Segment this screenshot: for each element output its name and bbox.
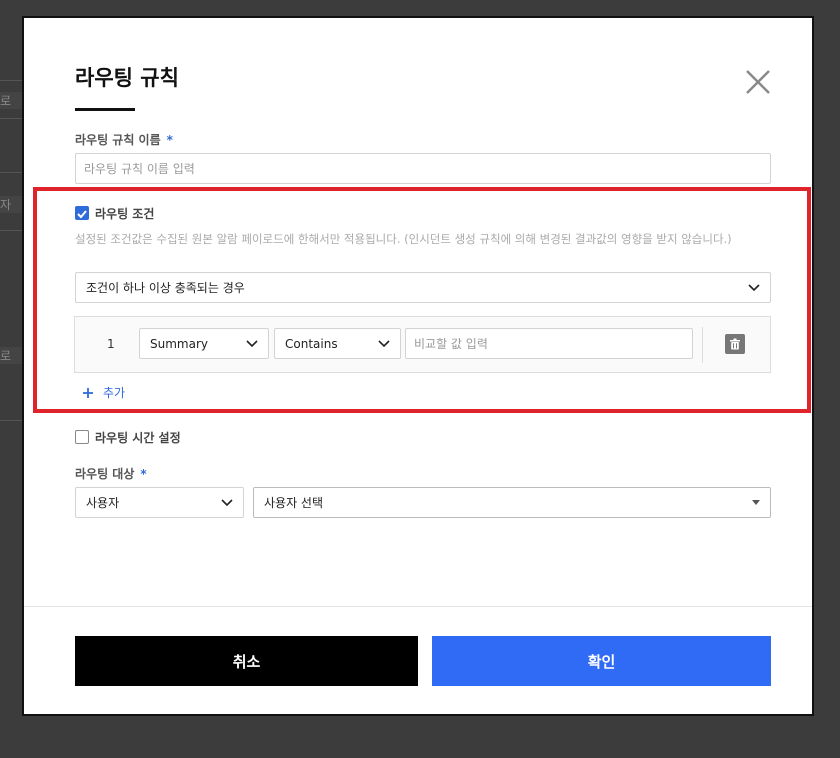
match-type-select[interactable]: 조건이 하나 이상 충족되는 경우 (75, 272, 771, 303)
add-condition-label: 추가 (103, 386, 126, 400)
confirm-button[interactable]: 확인 (432, 636, 771, 686)
rule-name-input[interactable]: 라우팅 규칙 이름 입력 (75, 153, 771, 184)
check-icon (77, 210, 87, 219)
footer-divider (24, 606, 812, 607)
bg-divider (0, 80, 24, 81)
chevron-down-icon (378, 339, 390, 347)
condition-field-select[interactable]: Summary (139, 328, 269, 359)
add-condition-button[interactable]: 추가 (82, 384, 125, 401)
close-icon[interactable] (742, 66, 774, 98)
time-setting-label: 라우팅 시간 설정 (95, 431, 181, 445)
chevron-down-icon (748, 283, 760, 291)
trash-icon (730, 338, 740, 350)
modal-title: 라우팅 규칙 (75, 66, 179, 90)
bg-fragment: 로 (0, 92, 24, 109)
target-label: 라우팅 대상 * (75, 467, 147, 481)
bg-fragment: 자 (0, 196, 24, 213)
condition-value-input[interactable]: 비교할 값 입력 (405, 328, 693, 359)
caret-down-icon (752, 500, 760, 505)
time-setting-checkbox[interactable] (75, 430, 89, 444)
delete-condition-button[interactable] (725, 334, 745, 354)
required-mark: * (166, 133, 173, 147)
bg-divider (0, 230, 24, 231)
bg-fragment: 로 (0, 347, 24, 364)
condition-checkbox[interactable] (75, 206, 89, 220)
required-mark: * (140, 467, 147, 481)
chevron-down-icon (246, 339, 258, 347)
target-type-select[interactable]: 사용자 (75, 487, 244, 518)
condition-description: 설정된 조건값은 수집된 원본 알람 페이로드에 한해서만 적용됩니다. (인시… (75, 232, 732, 246)
title-underline (75, 108, 135, 111)
cancel-button[interactable]: 취소 (75, 636, 418, 686)
bg-divider (0, 118, 24, 119)
row-divider (702, 327, 703, 363)
plus-icon (83, 387, 93, 398)
bg-divider (0, 420, 24, 421)
bg-divider (0, 172, 24, 173)
condition-checkbox-label: 라우팅 조건 (95, 207, 155, 221)
target-user-select[interactable]: 사용자 선택 (253, 487, 771, 518)
rule-name-label: 라우팅 규칙 이름 * (75, 133, 173, 147)
routing-rule-modal: 라우팅 규칙 라우팅 규칙 이름 * 라우팅 규칙 이름 입력 라우팅 조건 설정… (22, 16, 814, 716)
condition-row: 1 Summary Contains 비교할 값 입력 (74, 316, 771, 373)
chevron-down-icon (221, 498, 233, 506)
condition-operator-select[interactable]: Contains (274, 328, 401, 359)
condition-row-index: 1 (107, 337, 115, 351)
